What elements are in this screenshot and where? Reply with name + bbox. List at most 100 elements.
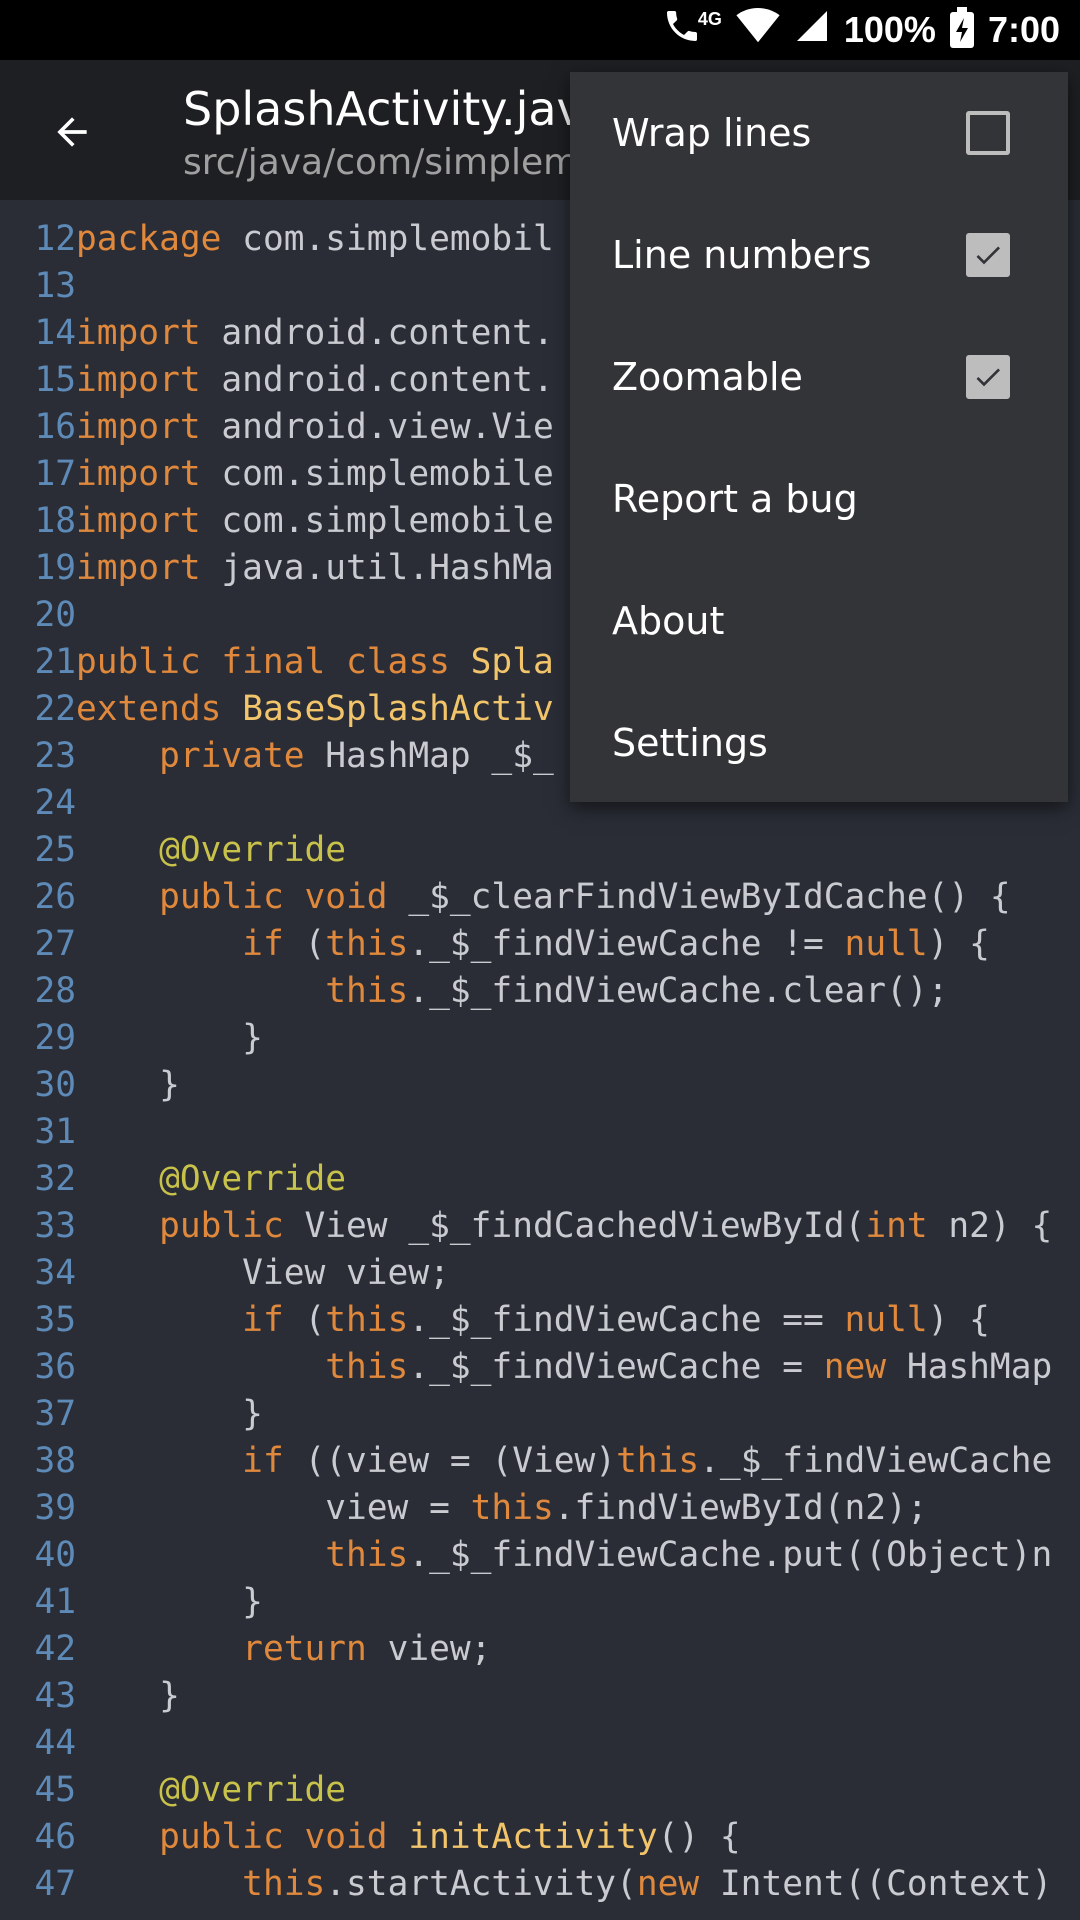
line-number: 23 (34, 736, 76, 776)
line-number: 17 (34, 454, 76, 494)
code-line: 37 } (0, 1391, 262, 1438)
code-token: import (76, 407, 201, 447)
code-line: 42 return view; (0, 1626, 491, 1673)
menu-item-label: Report a bug (612, 477, 858, 521)
line-number: 18 (34, 501, 76, 541)
line-number: 12 (34, 219, 76, 259)
line-number: 31 (34, 1112, 76, 1152)
code-token: () { (657, 1817, 741, 1857)
menu-item-zoomable[interactable]: Zoomable (570, 316, 1068, 438)
battery-charging-icon (949, 7, 974, 48)
code-token: android.view.Vie (200, 407, 554, 447)
code-token: Spla (470, 642, 554, 682)
code-line: 18import com.simplemobile (0, 498, 554, 545)
network-type: 4G (697, 8, 722, 29)
code-line: 41 } (0, 1579, 263, 1626)
code-token: if (242, 924, 284, 964)
code-token: import (76, 360, 201, 400)
line-number: 16 (34, 407, 76, 447)
line-number: 32 (34, 1159, 76, 1199)
menu-item-line-numbers[interactable]: Line numbers (570, 194, 1068, 316)
code-token: public final class (76, 642, 450, 682)
call-icon (662, 6, 702, 55)
code-text: package com.simplemobil (76, 216, 554, 263)
code-token: } (76, 1676, 180, 1716)
code-token: package (76, 219, 222, 259)
status-icons: 4G 100% 7:00 (662, 0, 1060, 60)
code-token: com.simplemobile (200, 454, 554, 494)
line-number: 25 (34, 830, 76, 870)
code-line: 34 View view; (0, 1250, 449, 1297)
overflow-menu: Wrap lines Line numbers Zoomable Report a b… (570, 72, 1068, 802)
code-line: 21public final class Spla (0, 639, 554, 686)
code-token: null (844, 924, 928, 964)
code-text: this._$_findViewCache = new HashMap (76, 1344, 1052, 1391)
check-icon (976, 368, 1000, 387)
code-token: android.content. (200, 313, 554, 353)
code-line: 12package com.simplemobil (0, 216, 554, 263)
code-token: ._$_findViewCache = (408, 1347, 824, 1387)
line-number: 20 (34, 595, 76, 635)
code-token: ._$_findViewCache == (408, 1300, 845, 1340)
code-text: } (76, 1062, 180, 1109)
code-token: Intent((Context) (699, 1864, 1053, 1904)
code-token: this (325, 971, 409, 1011)
code-token: view; (366, 1629, 492, 1669)
code-token: com.simplemobile (200, 501, 554, 541)
code-token: View _$_findCachedViewById( (283, 1206, 866, 1246)
code-line: 30 } (0, 1062, 180, 1109)
code-text: @Override (76, 827, 346, 874)
line-number: 34 (34, 1253, 76, 1293)
code-token: this (325, 1347, 409, 1387)
code-text: import com.simplemobile (76, 451, 554, 498)
line-number: 37 (34, 1394, 76, 1434)
code-token: } (76, 1065, 180, 1105)
code-token: return (242, 1629, 367, 1669)
code-token: ._$_findViewCache != (408, 924, 845, 964)
line-number: 13 (34, 266, 76, 306)
code-token: this (470, 1488, 554, 1528)
code-token: public void (159, 1817, 388, 1857)
menu-item-about[interactable]: About (570, 560, 1068, 682)
arrow-back-icon (50, 110, 94, 158)
code-line: 29 } (0, 1015, 262, 1062)
code-token: private (159, 736, 305, 776)
code-token: null (844, 1300, 928, 1340)
wrap-lines-checkbox[interactable] (966, 111, 1010, 155)
code-token: } (76, 1582, 263, 1622)
wifi-icon (736, 7, 780, 53)
code-token: ) { (927, 924, 990, 964)
menu-item-wrap-lines[interactable]: Wrap lines (570, 72, 1068, 194)
code-line: 26 public void _$_clearFindViewByIdCache… (0, 874, 1011, 921)
menu-item-settings[interactable]: Settings (570, 682, 1068, 804)
back-button[interactable] (36, 98, 108, 170)
zoomable-checkbox[interactable] (966, 355, 1010, 399)
code-text: public void _$_clearFindViewByIdCache() … (76, 874, 1011, 921)
code-token: android.content. (200, 360, 554, 400)
code-line: 38 if ((view = (View)this._$_findViewCac… (0, 1438, 1052, 1485)
code-token: .startActivity( (325, 1864, 637, 1904)
code-text: if ((view = (View)this._$_findViewCache (76, 1438, 1052, 1485)
code-line: 19import java.util.HashMa (0, 545, 553, 592)
code-token: import (76, 501, 201, 541)
code-line: 46 public void initActivity() { (0, 1814, 741, 1861)
code-token: public (159, 1206, 284, 1246)
code-line: 23 private HashMap _$_ (0, 733, 553, 780)
code-line: 15import android.content. (0, 357, 554, 404)
line-number: 46 (34, 1817, 76, 1857)
signal-icon (794, 8, 830, 53)
line-number: 36 (34, 1347, 76, 1387)
code-text: } (76, 1673, 180, 1720)
menu-item-report-a-bug[interactable]: Report a bug (570, 438, 1068, 560)
code-token: public void (159, 877, 388, 917)
code-token: BaseSplashActiv (242, 689, 554, 729)
code-token: _$_clearFindViewByIdCache() { (387, 877, 1011, 917)
line-numbers-checkbox[interactable] (966, 233, 1010, 277)
code-token: import (76, 313, 201, 353)
battery-percent: 100% (843, 9, 936, 50)
